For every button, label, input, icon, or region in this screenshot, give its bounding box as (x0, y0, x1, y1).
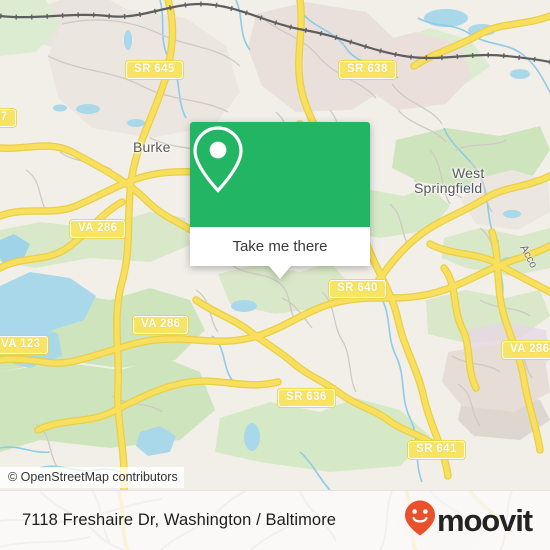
popup-action-bar[interactable]: Take me there (190, 227, 370, 279)
shield-sr-641[interactable]: SR 641 (408, 441, 465, 459)
popup-header (190, 122, 370, 227)
popup-pointer (269, 266, 291, 279)
take-me-there-popup[interactable]: Take me there (190, 122, 370, 279)
shield-va-123[interactable]: VA 123 (0, 336, 49, 354)
footer-bar: 7118 Freshaire Dr, Washington / Baltimor… (0, 490, 550, 550)
shield-va-286-east[interactable]: VA 286 (502, 341, 550, 359)
shield-va-286-north[interactable]: VA 286 (70, 220, 126, 238)
moovit-logo[interactable]: moovit (404, 499, 533, 542)
openstreetmap-attribution[interactable]: © OpenStreetMap contributors (0, 467, 184, 488)
footer-address-label: 7118 Freshaire Dr, Washington / Baltimor… (22, 511, 337, 529)
map-canvas[interactable]: Burke West Springfield Acco SR 645 SR 63… (0, 0, 550, 490)
shield-sr-645[interactable]: SR 645 (126, 61, 183, 79)
shield-va-286-mid[interactable]: VA 286 (133, 316, 189, 334)
shield-sr-638[interactable]: SR 638 (339, 61, 396, 79)
take-me-there-label: Take me there (232, 238, 328, 255)
moovit-wordmark: moovit (436, 502, 533, 538)
shield-sr-636[interactable]: SR 636 (278, 389, 335, 407)
shield-sr-640[interactable]: SR 640 (329, 280, 386, 298)
moovit-pin-smile-icon (404, 499, 436, 542)
shield-us-97[interactable]: 97 (0, 109, 16, 127)
